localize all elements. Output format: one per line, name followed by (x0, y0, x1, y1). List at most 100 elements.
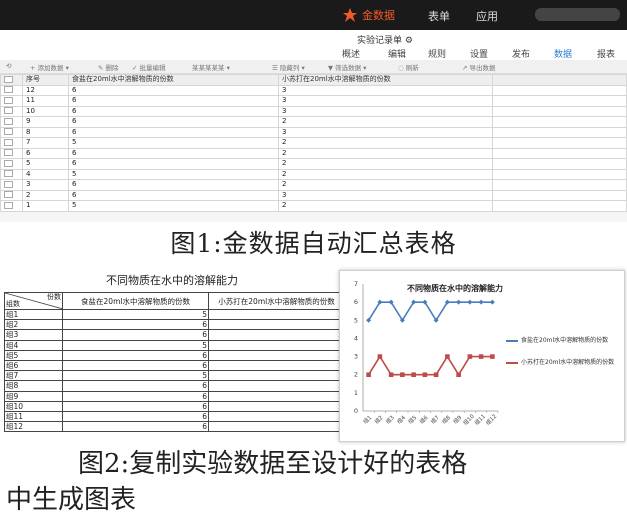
y-tick-label: 0 (354, 407, 358, 415)
add-data-button[interactable]: + 添加数据 ▾ (30, 62, 69, 72)
data-point (467, 354, 473, 359)
table-row[interactable]: 362 (0, 179, 627, 191)
form-title[interactable]: 实验记录单 ⚙ (357, 33, 413, 46)
row-checkbox[interactable] (0, 189, 23, 201)
user-account-menu[interactable] (535, 8, 620, 21)
row-checkbox[interactable] (0, 116, 23, 128)
column-header-salt[interactable]: 食盐在20ml水中溶解物质的份数 (68, 74, 279, 86)
figure-1-caption: 图1:金数据自动汇总表格 (170, 229, 457, 258)
top-nav-bar: 金数据 表单 应用 (0, 0, 627, 30)
row-checkbox[interactable] (0, 84, 23, 96)
data-point (445, 354, 450, 359)
cell-soda: 3 (208, 380, 345, 392)
select-all-checkbox[interactable] (0, 74, 23, 86)
nav-forms[interactable]: 表单 (428, 8, 450, 24)
y-tick-label: 7 (354, 280, 358, 288)
table-row[interactable]: 12 6 3 (0, 84, 627, 96)
table-row[interactable]: 10 6 3 (0, 105, 627, 117)
cell-salt: 6 (68, 116, 279, 128)
cell-id: 11 (22, 95, 69, 107)
row-checkbox[interactable] (0, 200, 23, 212)
table-row[interactable]: 863 (0, 126, 627, 138)
table-row[interactable]: 662 (0, 147, 627, 159)
figure-2-caption-line-2: 中生成图表 (6, 485, 137, 515)
cell-salt: 6 (68, 126, 279, 138)
y-tick-label: 5 (354, 316, 358, 324)
brand-logo[interactable]: 金数据 (342, 6, 395, 24)
cell-id: 2 (22, 189, 69, 201)
cell-group: 组4 (4, 339, 63, 351)
cell-salt: 5 (68, 168, 279, 180)
table-row[interactable]: 752 (0, 137, 627, 149)
cell-soda: 2 (208, 329, 345, 341)
tab-rules[interactable]: 规则 (428, 47, 446, 60)
refresh-icon[interactable]: ⟲ (6, 62, 11, 70)
table-row: 组152 (4, 308, 345, 321)
diagonal-header-cell: 份数 组数 (4, 292, 63, 310)
form-sub-header: 实验记录单 ⚙ 概述 编辑 规则 设置 发布 数据 报表 (0, 30, 627, 63)
table-row[interactable]: 962 (0, 116, 627, 128)
tab-overview[interactable]: 概述 (342, 47, 360, 60)
series-line-1 (367, 355, 493, 377)
cell-empty (492, 168, 627, 180)
column-header-soda[interactable]: 小苏打在20ml水中溶解物质的份数 (278, 74, 493, 86)
row-checkbox[interactable] (0, 147, 23, 159)
table-row[interactable]: 152 (0, 200, 627, 212)
cell-empty (492, 179, 627, 191)
cell-salt: 6 (62, 421, 209, 433)
corner-label-top: 份数 (47, 293, 61, 302)
cell-id: 3 (22, 179, 69, 191)
data-point (456, 372, 461, 378)
cell-empty (492, 105, 627, 117)
table-row: 组263 (4, 319, 345, 331)
filter-data-button[interactable]: ▼ 筛选数据 ▾ (328, 62, 366, 72)
nav-apps[interactable]: 应用 (476, 8, 498, 24)
cell-group: 组2 (4, 319, 63, 331)
row-checkbox[interactable] (0, 95, 23, 107)
cell-salt: 6 (68, 105, 279, 117)
delete-button[interactable]: ✎ 删除 (98, 62, 119, 72)
cell-id: 1 (22, 200, 69, 212)
row-checkbox[interactable] (0, 158, 23, 170)
cell-empty (492, 84, 627, 96)
x-tick-label: 组8 (440, 413, 452, 425)
refresh-button[interactable]: ◌ 刷新 (398, 62, 419, 72)
more-dropdown[interactable]: 某某某某某 ▾ (192, 62, 230, 72)
table-row[interactable]: 263 (0, 189, 627, 201)
cell-id: 9 (22, 116, 69, 128)
data-point (456, 299, 462, 305)
table-row[interactable]: 452 (0, 168, 627, 180)
cell-soda: 2 (278, 200, 493, 212)
cell-soda: 2 (278, 137, 493, 149)
column-header-id[interactable]: 序号 (22, 74, 69, 86)
hide-columns-button[interactable]: ☰ 隐藏列 ▾ (272, 62, 305, 72)
table-row[interactable]: 562 (0, 158, 627, 170)
row-checkbox[interactable] (0, 179, 23, 191)
cell-salt: 6 (62, 380, 209, 392)
tab-publish[interactable]: 发布 (512, 47, 530, 60)
legend-label-soda: 小苏打在20ml水中溶解物质的份数 (521, 359, 615, 366)
jinshuju-logo-icon (342, 7, 358, 23)
tab-reports[interactable]: 报表 (597, 47, 615, 60)
x-tick-label: 组2 (372, 414, 384, 426)
cell-group: 组12 (4, 421, 63, 433)
data-point (489, 299, 495, 305)
table-row: 组1263 (4, 421, 345, 433)
cell-group: 组6 (4, 359, 63, 372)
export-data-button[interactable]: ↗ 导出数据 (462, 62, 496, 72)
row-checkbox[interactable] (0, 105, 23, 117)
cell-salt: 5 (68, 137, 279, 149)
cell-salt: 6 (62, 410, 209, 423)
table-row: 组863 (4, 380, 345, 392)
tab-edit[interactable]: 编辑 (388, 47, 406, 60)
cell-soda: 2 (278, 158, 493, 170)
table-row: 组562 (4, 349, 345, 361)
table-2-header-row: 份数 组数 食盐在20ml水中溶解物质的份数 小苏打在20ml水中溶解物质的份数 (4, 292, 345, 310)
row-checkbox[interactable] (0, 168, 23, 180)
row-checkbox[interactable] (0, 126, 23, 138)
x-tick-label: 组3 (384, 413, 396, 425)
batch-edit-button[interactable]: ✓ 批量编辑 (132, 62, 166, 72)
tab-settings[interactable]: 设置 (470, 47, 488, 60)
table-row[interactable]: 11 6 3 (0, 95, 627, 107)
row-checkbox[interactable] (0, 137, 23, 149)
